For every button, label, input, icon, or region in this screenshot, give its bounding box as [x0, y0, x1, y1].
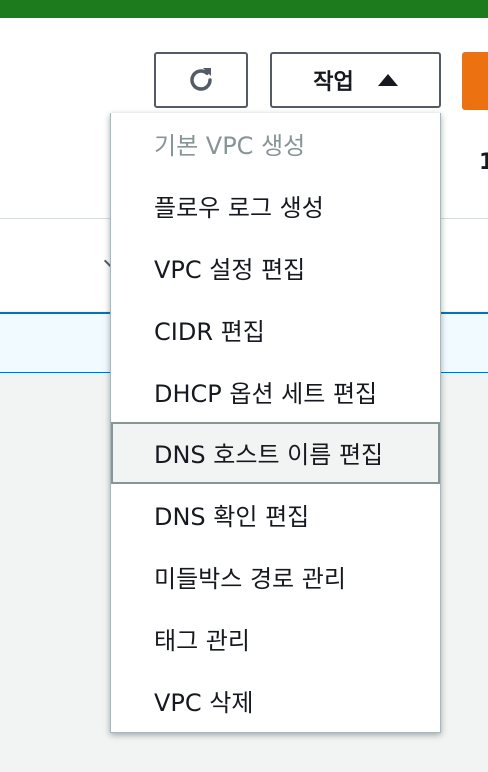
menu-item-create-flow-log[interactable]: 플로우 로그 생성 — [111, 175, 440, 237]
top-banner — [0, 0, 488, 18]
menu-item-edit-dns-resolution[interactable]: DNS 확인 편집 — [111, 484, 440, 546]
menu-item-edit-cidr[interactable]: CIDR 편집 — [111, 298, 440, 360]
menu-item-edit-dhcp-options[interactable]: DHCP 옵션 세트 편집 — [111, 360, 440, 422]
menu-item-delete-vpc[interactable]: VPC 삭제 — [111, 669, 440, 731]
menu-item-manage-middlebox-routes[interactable]: 미들박스 경로 관리 — [111, 546, 440, 608]
actions-dropdown-menu: 기본 VPC 생성 플로우 로그 생성 VPC 설정 편집 CIDR 편집 DH… — [110, 113, 441, 733]
menu-item-manage-tags[interactable]: 태그 관리 — [111, 607, 440, 669]
refresh-button[interactable] — [154, 52, 248, 108]
partial-count-text: 1 — [479, 150, 488, 175]
actions-button[interactable]: 작업 — [270, 52, 441, 108]
actions-button-label: 작업 — [313, 70, 354, 95]
menu-item-edit-vpc-settings[interactable]: VPC 설정 편집 — [111, 237, 440, 299]
menu-item-edit-dns-hostnames[interactable]: DNS 호스트 이름 편집 — [111, 421, 440, 484]
caret-up-icon — [377, 74, 398, 86]
primary-button[interactable] — [462, 52, 488, 110]
menu-item-create-default-vpc: 기본 VPC 생성 — [154, 132, 306, 161]
refresh-icon — [190, 68, 212, 91]
